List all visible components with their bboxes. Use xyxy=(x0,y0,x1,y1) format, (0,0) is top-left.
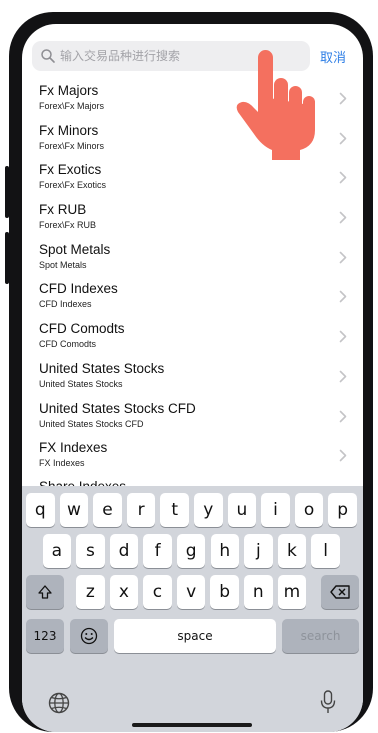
space-key[interactable]: space xyxy=(114,619,276,653)
item-name: United States Stocks CFD xyxy=(39,400,196,416)
key-z[interactable]: z xyxy=(76,575,105,609)
list-item[interactable]: Spot Metals Spot Metals xyxy=(22,240,363,280)
shift-icon xyxy=(38,585,52,599)
key-h[interactable]: h xyxy=(210,534,240,568)
chevron-right-icon xyxy=(339,410,347,422)
chevron-right-icon xyxy=(339,449,347,462)
item-name: CFD Indexes xyxy=(39,281,118,297)
key-x[interactable]: x xyxy=(109,575,139,609)
key-f[interactable]: f xyxy=(143,534,172,568)
emoji-key[interactable] xyxy=(70,619,108,653)
list-item[interactable]: CFD Indexes CFD Indexes xyxy=(22,279,363,319)
search-key[interactable]: search xyxy=(282,619,359,653)
key-c[interactable]: c xyxy=(143,575,172,609)
globe-icon[interactable] xyxy=(47,691,71,715)
key-p[interactable]: p xyxy=(328,493,357,527)
chevron-right-icon xyxy=(339,251,347,264)
chevron-right-icon xyxy=(339,211,347,224)
item-path: Forex\Fx RUB xyxy=(39,220,97,231)
cancel-button[interactable]: 取消 xyxy=(320,47,346,66)
item-path: United States Stocks xyxy=(39,378,123,389)
list-item[interactable]: United States Stocks United States Stocks xyxy=(22,359,363,399)
key-j[interactable]: j xyxy=(244,534,273,568)
key-o[interactable]: o xyxy=(294,493,324,527)
item-name: CFD Comodts xyxy=(39,321,125,337)
keyboard: 123 space search q w e r t y u i o p a s… xyxy=(22,486,363,732)
list-item[interactable]: Fx Exotics Forex\Fx Exotics xyxy=(22,160,363,200)
key-v[interactable]: v xyxy=(176,575,206,609)
microphone-icon[interactable] xyxy=(319,689,337,715)
list-item[interactable]: FX Indexes FX Indexes xyxy=(22,438,363,478)
shift-key[interactable] xyxy=(26,575,64,609)
item-name: Fx RUB xyxy=(39,202,87,218)
backspace-icon xyxy=(330,585,350,599)
key-y[interactable]: y xyxy=(194,493,223,527)
key-t[interactable]: t xyxy=(160,493,189,527)
key-g[interactable]: g xyxy=(176,534,206,568)
item-name: Fx Exotics xyxy=(39,162,102,178)
item-path: CFD Comodts xyxy=(39,339,97,350)
item-name: FX Indexes xyxy=(39,440,108,456)
item-path: CFD Indexes xyxy=(39,299,92,310)
item-path: FX Indexes xyxy=(39,458,85,469)
key-d[interactable]: d xyxy=(109,534,139,568)
item-path: Forex\Fx Minors xyxy=(39,140,105,151)
key-i[interactable]: i xyxy=(261,493,290,527)
item-path: Forex\Fx Majors xyxy=(39,101,105,111)
list-item[interactable]: Fx RUB Forex\Fx RUB xyxy=(22,200,363,240)
key-e[interactable]: e xyxy=(93,493,122,527)
key-s[interactable]: s xyxy=(76,534,105,568)
key-r[interactable]: r xyxy=(126,493,156,527)
phone-frame: 取消 Fx Majors Forex\Fx Majors Fx Minors Fore… xyxy=(9,12,373,732)
list-item[interactable]: United States Stocks CFD United States St… xyxy=(22,399,363,439)
item-path: United States Stocks CFD xyxy=(39,418,144,429)
key-w[interactable]: w xyxy=(59,493,89,527)
key-k[interactable]: k xyxy=(277,534,307,568)
key-u[interactable]: u xyxy=(227,493,257,527)
item-name: United States Stocks xyxy=(39,360,165,376)
key-m[interactable]: m xyxy=(277,575,307,609)
home-indicator xyxy=(132,723,252,727)
search-icon xyxy=(41,49,55,63)
chevron-right-icon xyxy=(339,92,347,105)
chevron-right-icon xyxy=(339,330,347,343)
item-name: Fx Majors xyxy=(39,83,99,98)
delete-key[interactable] xyxy=(321,575,359,609)
pointing-hand-icon xyxy=(236,50,315,160)
chevron-right-icon xyxy=(339,172,347,184)
key-l[interactable]: l xyxy=(311,534,340,568)
phone-screen: 取消 Fx Majors Forex\Fx Majors Fx Minors Fore… xyxy=(22,24,363,732)
item-path: Forex\Fx Exotics xyxy=(39,180,107,191)
chevron-right-icon xyxy=(339,370,347,383)
key-q[interactable]: q xyxy=(26,493,55,527)
chevron-right-icon xyxy=(339,132,347,144)
key-n[interactable]: n xyxy=(244,575,273,609)
item-path: Spot Metals xyxy=(39,259,87,270)
key-a[interactable]: a xyxy=(42,534,72,568)
list-item[interactable]: CFD Comodts CFD Comodts xyxy=(22,319,363,359)
chevron-right-icon xyxy=(339,291,347,303)
item-name: Spot Metals xyxy=(39,241,111,257)
item-name: Fx Minors xyxy=(39,122,99,138)
key-b[interactable]: b xyxy=(210,575,239,609)
emoji-icon xyxy=(80,627,98,645)
numbers-key[interactable]: 123 xyxy=(26,619,64,653)
